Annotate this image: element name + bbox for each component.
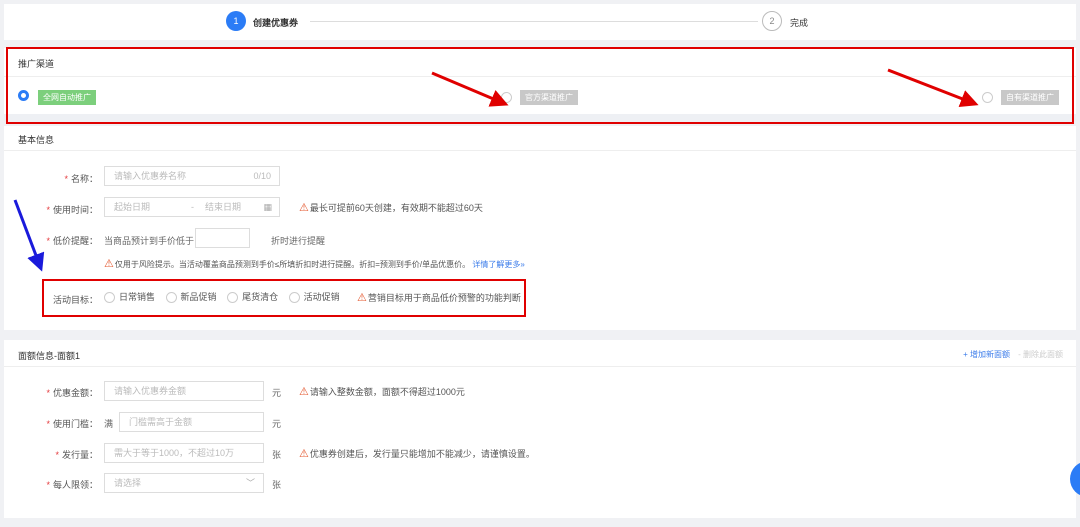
red-arrow (431, 71, 509, 107)
blue-arrow (13, 199, 45, 272)
annotation-arrows (13, 68, 979, 272)
red-arrow (887, 68, 979, 108)
